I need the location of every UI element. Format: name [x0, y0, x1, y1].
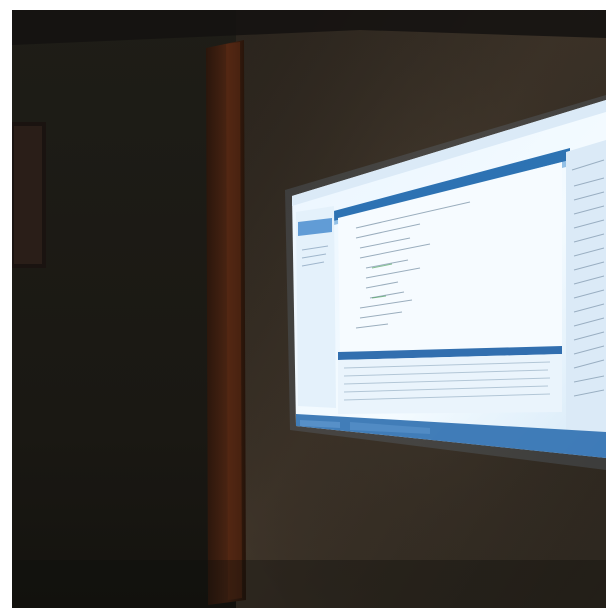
wall-frame-inner: [14, 126, 42, 264]
projector-room-photo: [0, 0, 606, 613]
floor-shadow: [12, 560, 606, 608]
pillar-highlight: [226, 42, 242, 600]
photo-scene: [0, 0, 606, 613]
